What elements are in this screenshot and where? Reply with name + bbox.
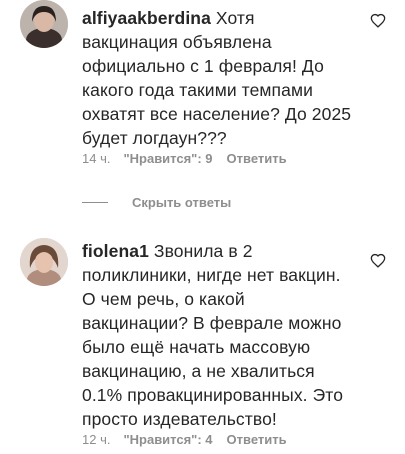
hide-replies-button[interactable]: Скрыть ответы <box>82 195 231 210</box>
avatar[interactable] <box>20 0 68 48</box>
comment-time[interactable]: 14 ч. <box>82 151 110 167</box>
avatar[interactable] <box>20 238 68 286</box>
reply-button[interactable]: Ответить <box>227 432 287 448</box>
comment-username[interactable]: fiolena1 <box>82 241 149 261</box>
hide-replies-label: Скрыть ответы <box>132 195 232 210</box>
comment-body: alfiyaakberdina Хотя вакцинация объявлен… <box>82 6 362 150</box>
heart-icon[interactable] <box>370 13 386 28</box>
comment-meta: 14 ч. "Нравится": 9 Ответить <box>82 151 287 167</box>
comment-username[interactable]: alfiyaakberdina <box>82 8 211 28</box>
comment-body: fiolena1 Звонила в 2 поликлиники, нигде … <box>82 239 362 431</box>
comment-likes[interactable]: "Нравится": 9 <box>123 151 212 167</box>
comment-time[interactable]: 12 ч. <box>82 432 110 448</box>
reply-button[interactable]: Ответить <box>227 151 287 167</box>
comment-text: Хотя вакцинация объявлена официально с 1… <box>82 8 352 148</box>
divider <box>82 202 108 203</box>
comment-likes[interactable]: "Нравится": 4 <box>123 432 212 448</box>
comment-text: Звонила в 2 поликлиники, нигде нет вакци… <box>82 241 344 429</box>
comment-meta: 12 ч. "Нравится": 4 Ответить <box>82 432 287 448</box>
heart-icon[interactable] <box>370 253 386 268</box>
